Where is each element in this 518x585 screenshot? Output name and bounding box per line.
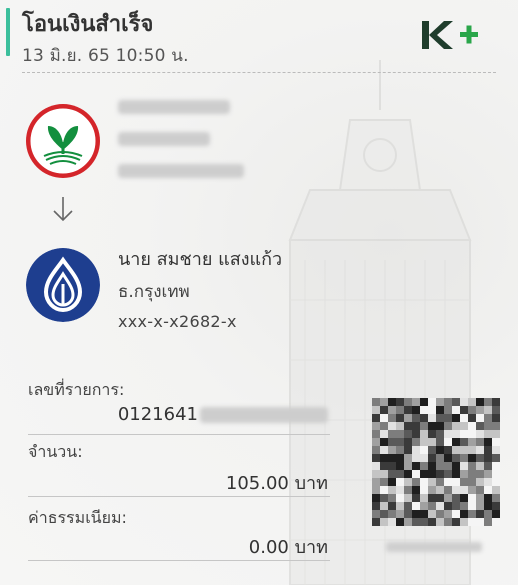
amount-label: จำนวน: <box>28 442 83 461</box>
transfer-slip: โอนเงินสำเร็จ 13 มิ.ย. 65 10:50 น. นาย ส… <box>0 0 518 585</box>
transaction-datetime: 13 มิ.ย. 65 10:50 น. <box>22 46 189 66</box>
header-divider <box>22 72 496 73</box>
receiver-bank: ธ.กรุงเทพ <box>118 282 190 302</box>
sender-name-redacted <box>118 100 230 114</box>
qr-code-icon <box>372 398 500 526</box>
reference-number-redacted <box>200 407 328 423</box>
bbl-logo-icon <box>26 248 100 322</box>
sender-bank-redacted <box>118 132 210 146</box>
kplus-logo-icon <box>422 21 478 49</box>
fee-divider <box>28 560 330 561</box>
amount-divider <box>28 496 330 497</box>
reference-divider <box>28 434 330 435</box>
kbank-logo-icon <box>26 104 100 178</box>
page-title: โอนเงินสำเร็จ <box>22 12 154 37</box>
fee-label: ค่าธรรมเนียม: <box>28 508 127 527</box>
receiver-account: xxx-x-x2682-x <box>118 312 237 331</box>
header-accent-bar <box>6 8 10 56</box>
reference-number: 0121641 <box>117 404 198 425</box>
fee-value: 0.00 บาท <box>248 537 328 558</box>
arrow-down-icon <box>53 197 73 222</box>
sender-account-redacted <box>118 164 244 178</box>
receiver-name: นาย สมชาย แสงแก้ว <box>118 249 283 270</box>
amount-value: 105.00 บาท <box>225 473 328 494</box>
reference-label: เลขที่รายการ: <box>28 380 125 399</box>
qr-caption-redacted <box>386 542 482 552</box>
